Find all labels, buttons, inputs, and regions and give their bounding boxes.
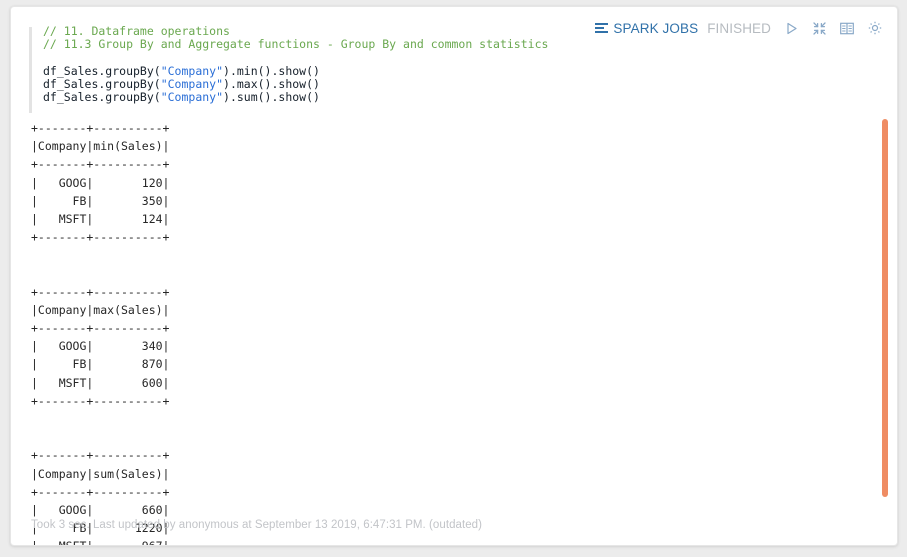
status-badge: FINISHED xyxy=(707,20,771,36)
code-line: df_Sales.groupBy("Company").sum().show() xyxy=(43,89,629,104)
output-blank-line xyxy=(31,265,881,283)
paragraph-status-footer: Took 3 sec. Last updated by anonymous at… xyxy=(31,519,482,531)
code-string-literal: "Company" xyxy=(160,63,224,78)
output-line: | FB| 350| xyxy=(31,193,170,208)
code-token: ).max().show() xyxy=(223,76,320,91)
output-blank-line xyxy=(31,428,881,446)
notebook-paragraph: SPARK JOBS FINISHED // 11. Dataframe ope… xyxy=(10,6,898,546)
output-line: +-------+----------+ xyxy=(31,448,170,463)
run-icon[interactable] xyxy=(783,20,799,36)
editor-gutter xyxy=(29,27,32,113)
output-line: +-------+----------+ xyxy=(31,121,170,135)
output-line: |Company|min(Sales)| xyxy=(31,139,170,154)
output-area: +-------+----------+ |Company|min(Sales)|… xyxy=(31,119,881,545)
code-string-literal: "Company" xyxy=(160,89,224,104)
output-line: | MSFT| 967| xyxy=(31,537,881,545)
code-string-literal: "Company" xyxy=(160,76,224,91)
output-line: | MSFT| 124| xyxy=(31,211,170,226)
output-line: +-------+----------+ xyxy=(31,284,170,299)
output-scrollbar-thumb[interactable] xyxy=(882,119,888,497)
collapse-icon[interactable] xyxy=(811,20,827,36)
code-lines[interactable]: // 11. Dataframe operations// 11.3 Group… xyxy=(43,24,629,104)
output-line: +-------+----------+ xyxy=(31,321,170,336)
output-line: |Company|max(Sales)| xyxy=(31,302,170,317)
output-line: | FB| 870| xyxy=(31,357,170,372)
code-comment: // 11.3 Group By and Aggregate functions… xyxy=(43,37,549,52)
output-line: | MSFT| 600| xyxy=(31,375,170,390)
output-blank-line xyxy=(31,410,881,428)
output-line: +-------+----------+ xyxy=(31,230,170,245)
code-editor[interactable]: // 11. Dataframe operations// 11.3 Group… xyxy=(29,24,629,113)
code-token: df_Sales.groupBy( xyxy=(43,76,161,91)
output-line: |Company|sum(Sales)| xyxy=(31,466,170,481)
output-blank-line xyxy=(31,246,881,264)
output-line: +-------+----------+ xyxy=(31,157,170,172)
output-line: | GOOG| 120| xyxy=(31,175,170,190)
code-token: ).sum().show() xyxy=(223,89,320,104)
output-line: | GOOG| 660| xyxy=(31,502,170,517)
code-token: df_Sales.groupBy( xyxy=(43,63,161,78)
code-comment: // 11. Dataframe operations xyxy=(43,24,230,38)
code-token: df_Sales.groupBy( xyxy=(43,89,161,104)
output-scrollbar[interactable] xyxy=(878,119,892,497)
gear-icon[interactable] xyxy=(867,20,883,36)
output-line: +-------+----------+ xyxy=(31,484,170,499)
paragraph-toolbar: SPARK JOBS FINISHED xyxy=(595,18,883,38)
code-line: // 11.3 Group By and Aggregate functions… xyxy=(43,38,629,51)
book-icon[interactable] xyxy=(839,20,855,36)
output-line: +-------+----------+ xyxy=(31,393,170,408)
output-line: | GOOG| 340| xyxy=(31,339,170,354)
code-token: ).min().show() xyxy=(223,63,320,78)
